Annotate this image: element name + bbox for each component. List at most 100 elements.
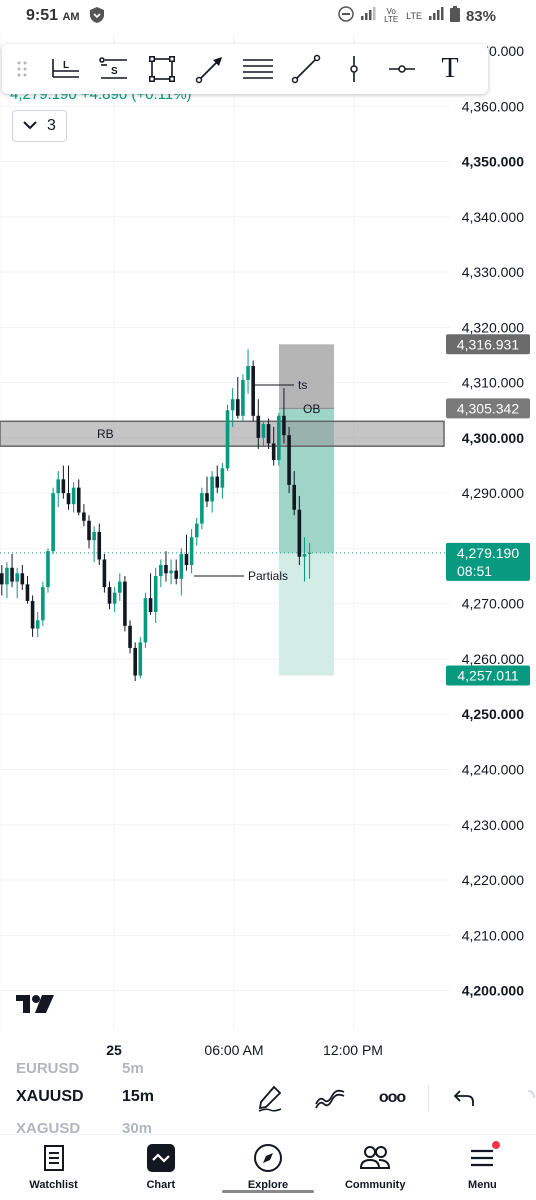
candle-body	[271, 443, 276, 460]
symbol-name[interactable]: XAUUSD	[16, 1088, 84, 1106]
candle-body	[277, 415, 281, 460]
redo-icon[interactable]	[508, 1084, 536, 1112]
text-icon[interactable]: T	[426, 44, 474, 94]
candle-body	[282, 415, 286, 436]
candle	[92, 526, 96, 563]
candle-body	[235, 399, 240, 416]
candle	[194, 518, 199, 546]
candle	[0, 565, 4, 596]
text-tool-label: T	[441, 53, 459, 84]
candle	[87, 515, 91, 549]
candle-body	[261, 424, 266, 438]
status-time: 9:51 AM	[26, 7, 80, 25]
candle-body	[61, 479, 66, 494]
chart-grid	[0, 34, 450, 1030]
tradingview-logo-icon	[16, 995, 54, 1013]
vertical-line-icon[interactable]	[330, 44, 378, 94]
candles	[0, 349, 312, 682]
candle-body	[107, 587, 112, 604]
drag-handle-icon[interactable]	[2, 44, 42, 94]
candle-body	[148, 598, 153, 612]
candle	[107, 581, 112, 610]
candle-body	[0, 573, 4, 585]
candle	[133, 642, 137, 682]
x-axis-label: 12:00 PM	[323, 1042, 383, 1058]
parallel-channel-icon[interactable]	[234, 44, 282, 94]
candle	[138, 636, 143, 679]
candle	[148, 573, 153, 615]
more-icon[interactable]: ooo	[376, 1084, 408, 1112]
candle	[246, 349, 250, 394]
candle-body	[220, 468, 225, 488]
candle-body	[71, 487, 76, 505]
candle-body	[241, 379, 245, 416]
candle	[287, 426, 291, 494]
pencil-icon[interactable]	[254, 1084, 286, 1112]
candle	[215, 465, 220, 494]
interval-toggle-button[interactable]: 3	[12, 110, 67, 142]
nav-menu[interactable]: Menu	[429, 1135, 536, 1200]
lte-label: LTE	[406, 11, 422, 21]
candle	[51, 487, 55, 554]
candle-body	[184, 553, 189, 566]
ghost-timeframe-top[interactable]: 5m	[122, 1060, 144, 1077]
candle	[102, 553, 107, 593]
trend-line-icon[interactable]	[282, 44, 330, 94]
y-axis-label: 4,350.000	[462, 154, 524, 170]
candle-body	[194, 523, 199, 538]
svg-text:L: L	[63, 60, 69, 71]
horizontal-ray-icon[interactable]	[378, 44, 426, 94]
nav-label-menu: Menu	[468, 1179, 497, 1191]
timeframe[interactable]: 15m	[122, 1088, 154, 1106]
indicators-icon[interactable]	[314, 1084, 346, 1112]
chart-icon	[146, 1143, 175, 1173]
candle	[153, 567, 158, 624]
candle-body	[10, 567, 14, 582]
ghost-symbol-top[interactable]: EURUSD	[16, 1060, 79, 1077]
y-axis-label: 4,200.000	[462, 983, 524, 999]
clock-text: 9:51	[26, 7, 59, 24]
candle-body	[307, 552, 312, 554]
candle	[71, 482, 76, 513]
candle-body	[51, 493, 55, 552]
nav-watchlist[interactable]: Watchlist	[0, 1135, 107, 1200]
candle-body	[297, 509, 302, 557]
gesture-bar	[222, 1190, 314, 1193]
candle	[189, 529, 194, 574]
candle	[159, 559, 163, 588]
ob-label: OB	[303, 402, 320, 416]
undo-icon[interactable]	[448, 1084, 480, 1112]
y-axis-label: 4,260.000	[462, 651, 524, 667]
candle	[20, 565, 25, 590]
candle-body	[76, 487, 81, 513]
watchlist-icon	[42, 1143, 66, 1173]
candle	[5, 562, 9, 599]
tradingview-app: 9:51 AM Vo LTE LTE 83% RB ts OB Partials 4,3…	[0, 0, 536, 1200]
current-price-tag-countdown: 08:51	[457, 563, 492, 579]
candle-body	[128, 625, 132, 648]
candle-body	[205, 493, 209, 502]
current-price-tag: 4,279.190	[457, 545, 519, 561]
candle-body	[20, 573, 25, 585]
price-chart[interactable]: RBtsOBPartials4,370.0004,360.0004,350.00…	[0, 34, 536, 1064]
short-position-icon[interactable]: S	[90, 44, 138, 94]
rectangle-icon[interactable]	[138, 44, 186, 94]
target-price-tag: 4,257.011	[457, 667, 518, 683]
candle-body	[35, 620, 40, 629]
arrow-icon[interactable]	[186, 44, 234, 94]
rb-zone	[0, 420, 445, 447]
chevron-down-icon	[23, 117, 37, 135]
candle-body	[164, 565, 168, 574]
nav-chart[interactable]: Chart	[107, 1135, 214, 1200]
candle	[225, 404, 230, 472]
shield-icon	[89, 6, 105, 29]
candle	[82, 504, 86, 527]
candle	[277, 413, 281, 466]
candle-body	[92, 531, 96, 541]
symbol-panel: EURUSD 5m XAUUSD 15m XAGUSD 30m ooo	[0, 1060, 536, 1137]
long-position-icon[interactable]: L	[42, 44, 90, 94]
logo-part	[32, 995, 40, 1003]
nav-community[interactable]: Community	[322, 1135, 429, 1200]
svg-text:S: S	[111, 66, 118, 77]
candle-body	[159, 565, 163, 577]
